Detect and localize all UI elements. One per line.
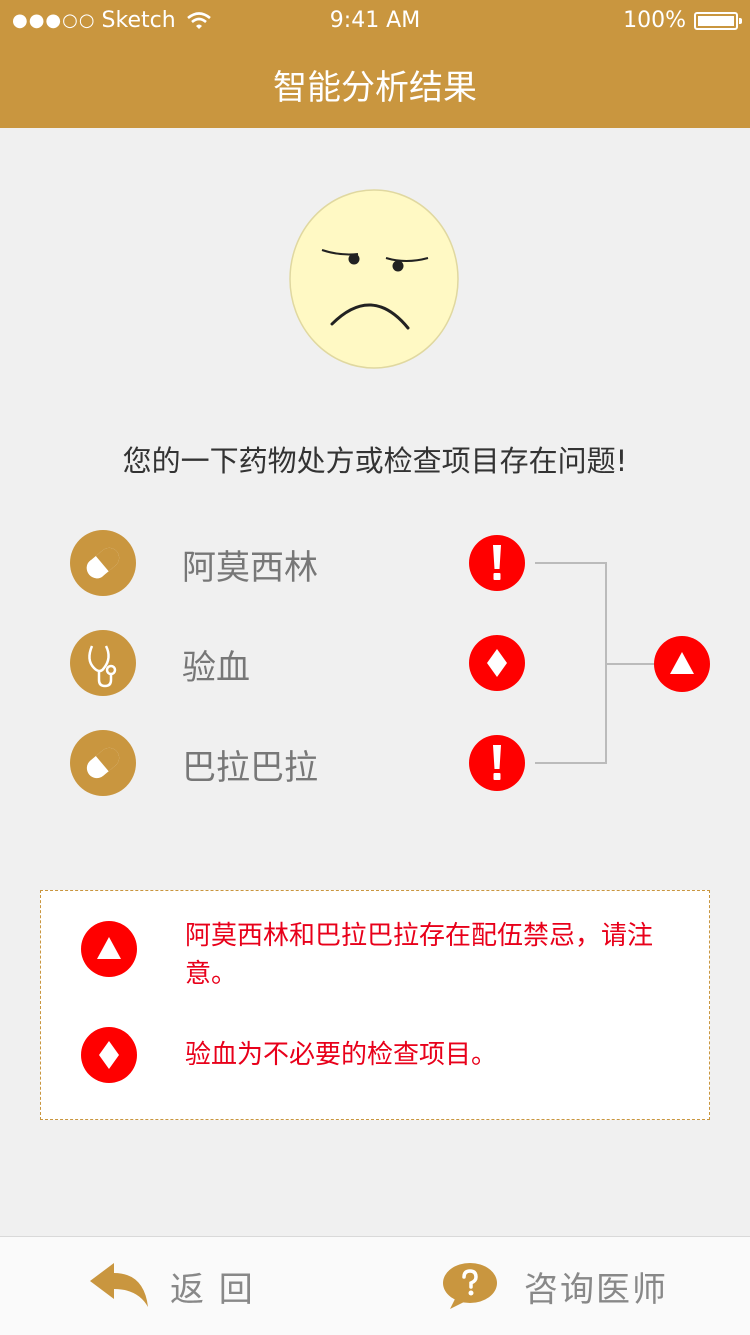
legend-text-incompatibility: 阿莫西林和巴拉巴拉存在配伍禁忌，请注意。	[185, 921, 654, 989]
status-right: 100%	[623, 8, 742, 33]
legend-box: 阿莫西林和巴拉巴拉存在配伍禁忌，请注意。 验血为不必要的检查项目。	[40, 890, 710, 1120]
question-bubble-icon	[442, 1261, 498, 1311]
back-arrow-icon	[90, 1261, 152, 1311]
sad-face-icon	[288, 188, 460, 370]
item-label-blood-test: 验血	[182, 648, 250, 688]
diamond-icon	[81, 1027, 137, 1083]
page-title: 智能分析结果	[273, 68, 477, 108]
footer-bar: 返 回 咨询医师	[0, 1236, 750, 1335]
pill-icon	[70, 530, 136, 596]
legend-text-unnecessary-test: 验血为不必要的检查项目。	[185, 1040, 498, 1070]
pill-icon	[70, 730, 136, 796]
item-label-balabala: 巴拉巴拉	[182, 748, 318, 788]
stethoscope-icon	[70, 630, 136, 696]
triangle-icon	[654, 636, 710, 692]
app-header: ●●●○○ Sketch 9:41 AM 100% 智能分析结果	[0, 0, 750, 128]
exclamation-icon	[469, 735, 525, 791]
problem-message: 您的一下药物处方或检查项目存在问题!	[122, 444, 628, 478]
consult-doctor-button[interactable]: 咨询医师	[442, 1237, 668, 1335]
exclamation-icon	[469, 535, 525, 591]
triangle-icon	[81, 921, 137, 977]
back-button[interactable]: 返 回	[90, 1237, 255, 1335]
consult-label: 咨询医师	[524, 1269, 668, 1310]
battery-percent: 100%	[623, 8, 686, 33]
back-label: 返 回	[170, 1269, 255, 1310]
item-label-amoxicillin: 阿莫西林	[182, 548, 318, 588]
diamond-icon	[469, 635, 525, 691]
status-bar: ●●●○○ Sketch 9:41 AM 100%	[0, 0, 750, 40]
battery-icon	[694, 11, 742, 30]
